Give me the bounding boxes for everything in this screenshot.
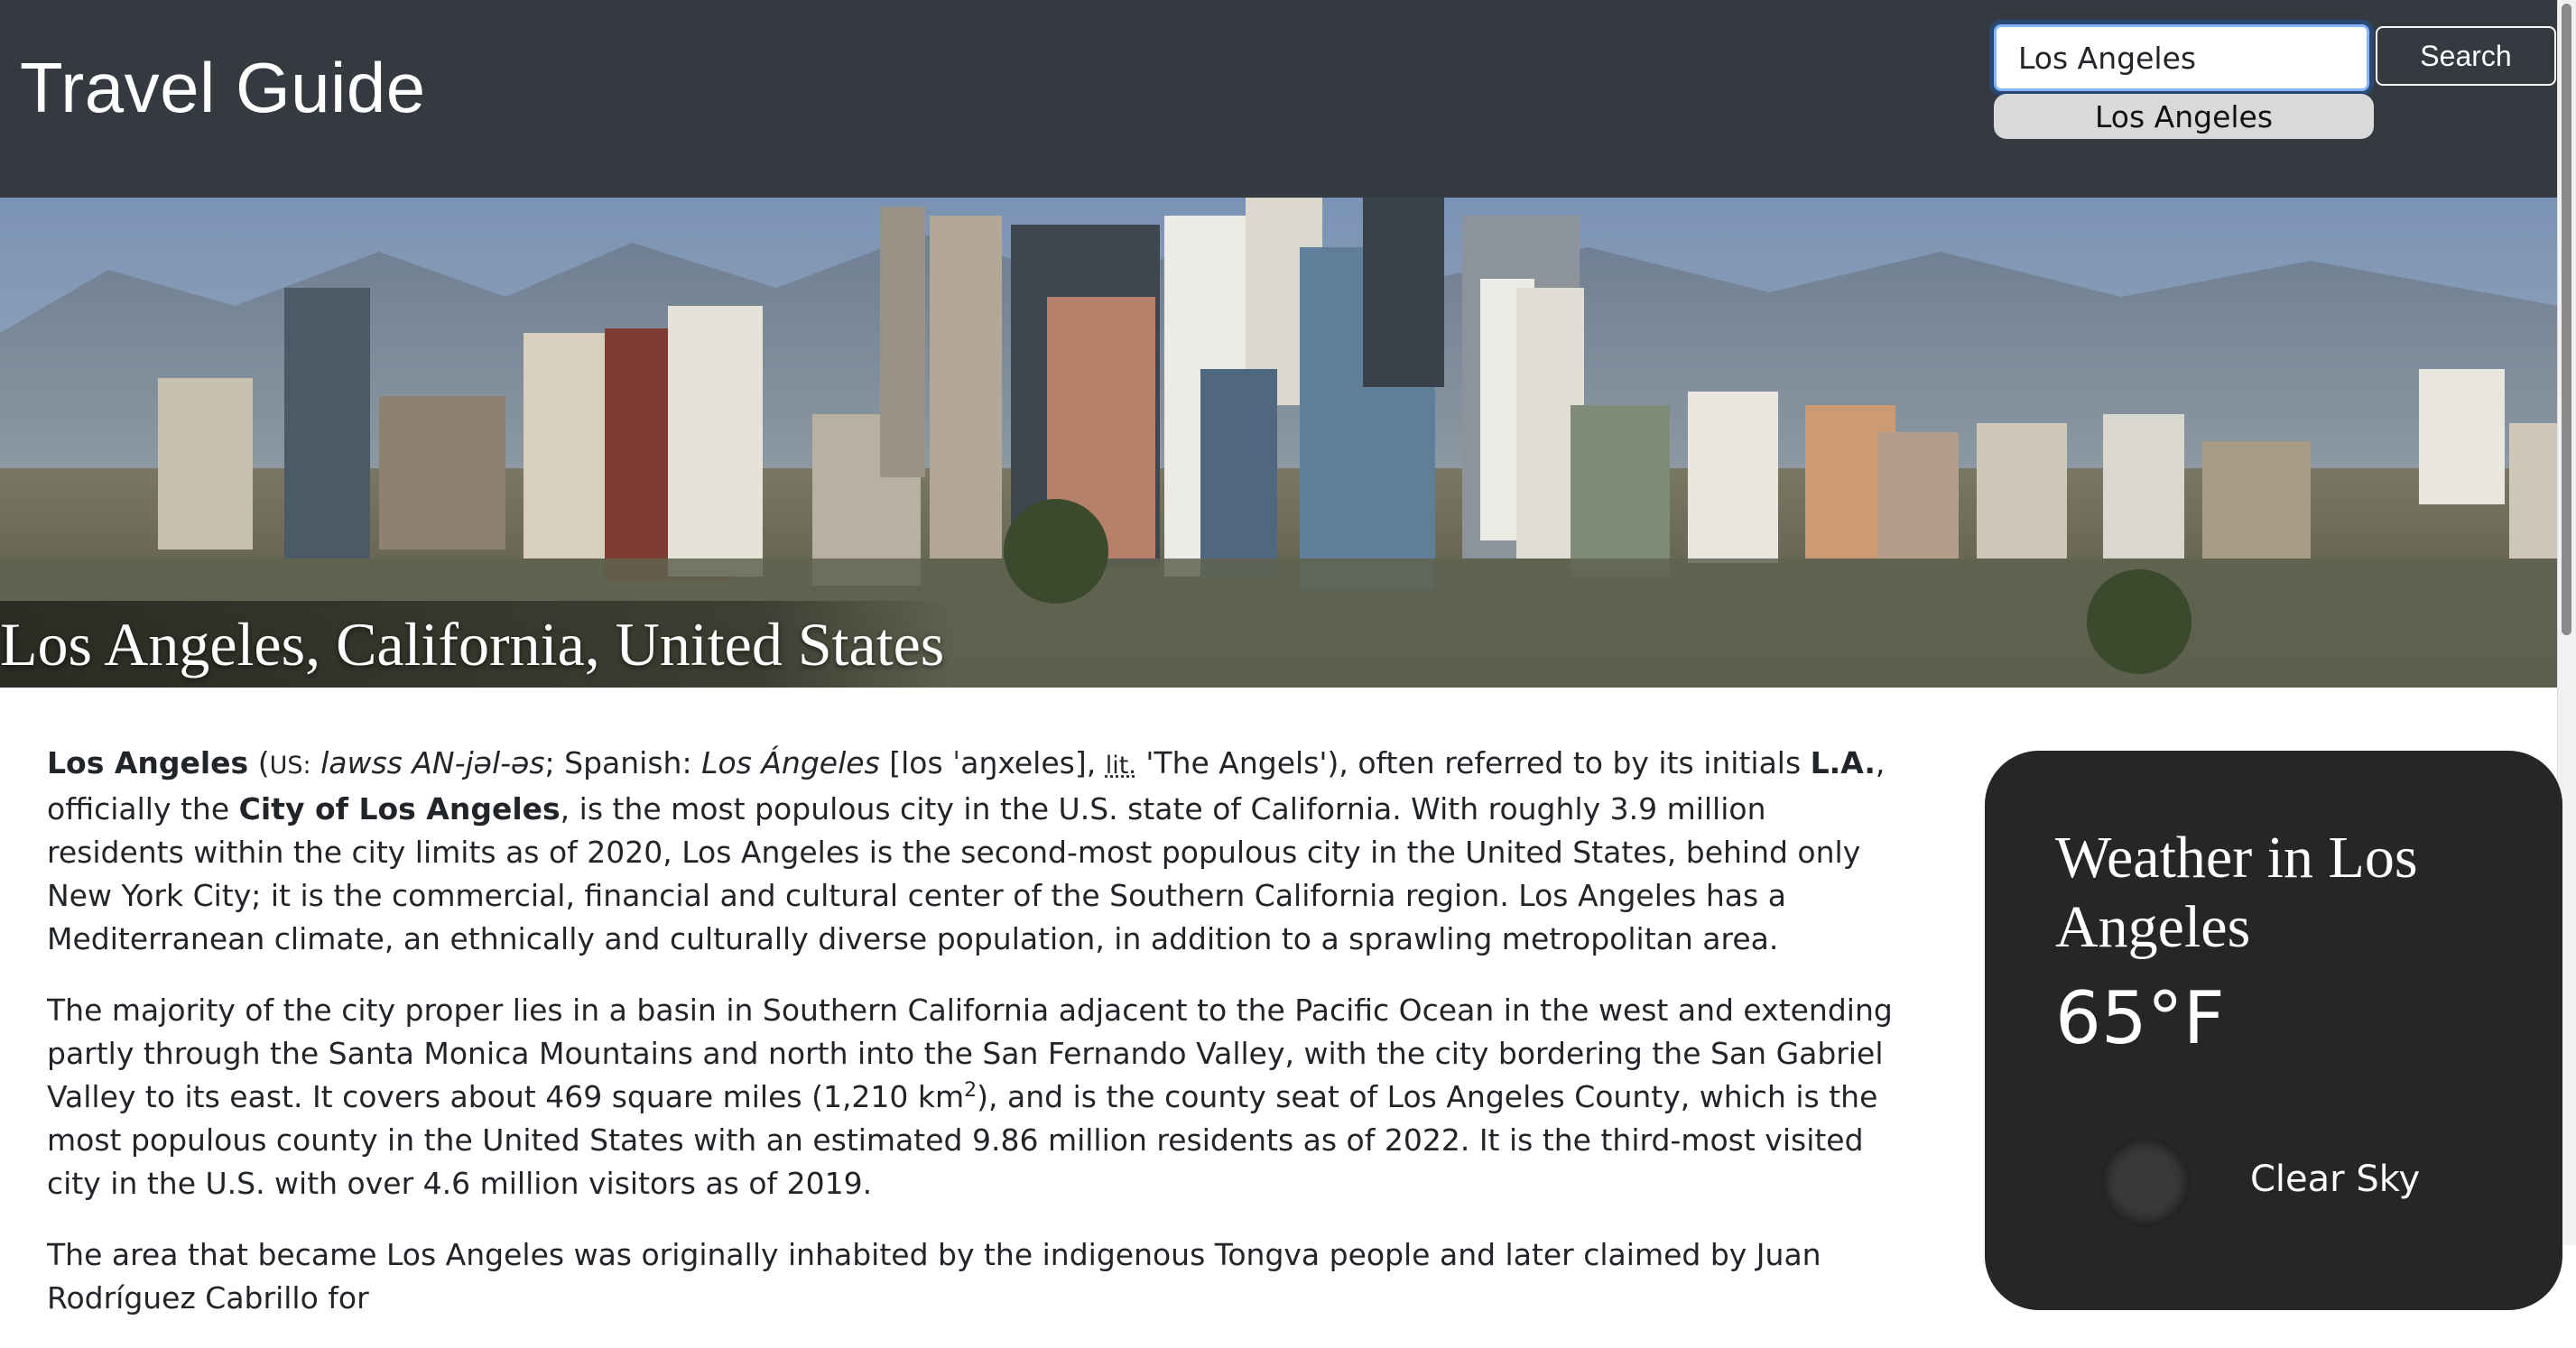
us-pronunciation-label: US: [269,752,311,780]
city-name-bold: Los Angeles [47,745,249,780]
article-paragraph-3: The area that became Los Angeles was ori… [47,1237,1821,1316]
weather-title: Weather in Los Angeles [2055,825,2418,960]
weather-condition-label: Clear Sky [2250,1159,2421,1200]
top-navbar: Travel Guide Search Los Angeles [0,0,2558,198]
site-title: Travel Guide [20,48,426,127]
initials-bold: L.A. [1810,745,1876,780]
search-button[interactable]: Search [2376,26,2556,86]
squared-superscript: 2 [964,1079,978,1102]
official-name-bold: City of Los Angeles [238,791,561,826]
city-location-caption: Los Angeles, California, United States [0,601,954,688]
search-input[interactable] [1994,24,2369,91]
weather-condition-icon [2100,1137,2191,1227]
scrollbar-thumb[interactable] [2562,4,2571,635]
article-paragraph-1: Los Angeles (US: lawss AN-jəl-əs; Spanis… [47,745,1886,956]
pronunciation-respelling: lawss AN-jəl-əs [320,745,545,780]
article-paragraph-2: The majority of the city proper lies in … [47,993,1893,1201]
literally-abbreviation: lit. [1105,752,1136,780]
search-suggestion-item[interactable]: Los Angeles [1994,94,2374,139]
weather-temperature: 65°F [2055,976,2225,1060]
spanish-name: Los Ángeles [701,745,880,780]
city-hero-banner: Los Angeles, California, United States [0,198,2558,688]
city-article: Los Angeles (US: lawss AN-jəl-əs; Spanis… [47,742,1897,1348]
weather-card: Weather in Los Angeles 65°F Clear Sky [1985,751,2562,1310]
